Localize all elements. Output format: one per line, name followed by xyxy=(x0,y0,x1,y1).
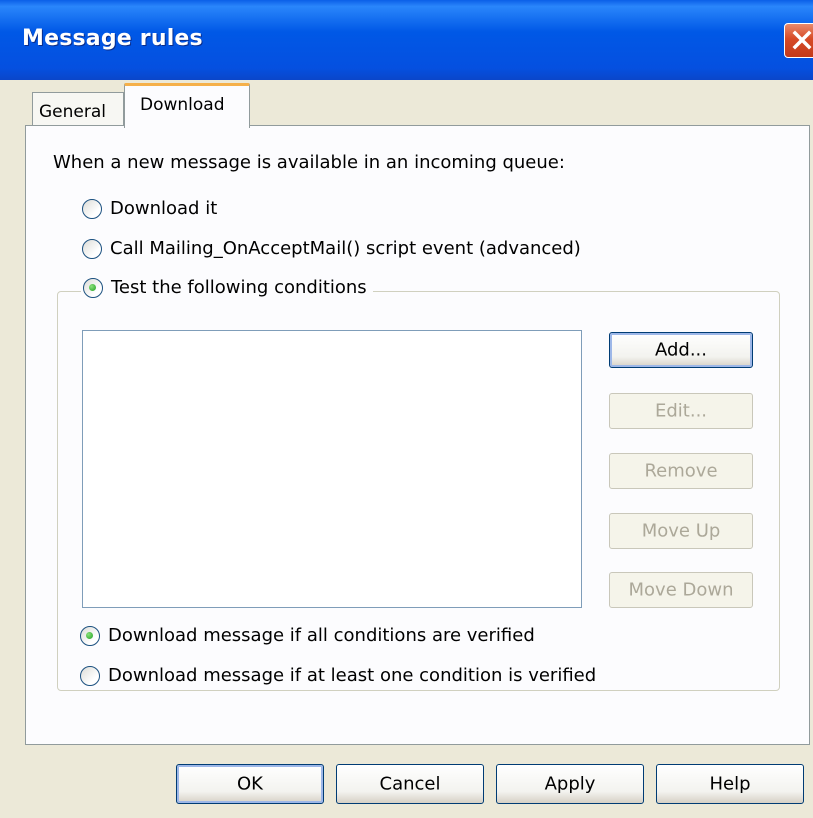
option-all-conditions[interactable]: Download message if all conditions are v… xyxy=(80,625,535,646)
close-icon xyxy=(792,30,812,50)
download-tab-panel: When a new message is available in an in… xyxy=(25,125,810,745)
option-all-conditions-label: Download message if all conditions are v… xyxy=(108,625,535,646)
remove-button[interactable]: Remove xyxy=(609,453,753,489)
remove-button-label: Remove xyxy=(644,460,718,482)
move-down-button[interactable]: Move Down xyxy=(609,572,753,608)
message-rules-dialog: Message rules General Download When a ne… xyxy=(0,0,813,818)
move-up-button-label: Move Up xyxy=(641,520,721,542)
ok-button[interactable]: OK xyxy=(176,764,324,804)
option-call-script[interactable]: Call Mailing_OnAcceptMail() script event… xyxy=(82,238,581,259)
close-button[interactable] xyxy=(784,23,813,58)
radio-all-conditions[interactable] xyxy=(80,625,100,646)
option-test-conditions-label: Test the following conditions xyxy=(111,277,367,298)
radio-call-script[interactable] xyxy=(82,238,102,259)
option-call-script-label: Call Mailing_OnAcceptMail() script event… xyxy=(110,238,581,259)
edit-button[interactable]: Edit... xyxy=(609,393,753,429)
tab-general[interactable]: General xyxy=(32,92,124,127)
option-download-it[interactable]: Download it xyxy=(82,198,217,219)
title-bar[interactable]: Message rules xyxy=(0,0,813,80)
apply-button[interactable]: Apply xyxy=(496,764,644,804)
cancel-button-label: Cancel xyxy=(379,773,441,795)
add-button-label: Add... xyxy=(654,339,707,361)
option-test-conditions[interactable]: Test the following conditions xyxy=(81,277,373,298)
tab-download[interactable]: Download xyxy=(124,83,250,128)
move-down-button-label: Move Down xyxy=(628,579,734,601)
window-title: Message rules xyxy=(22,26,203,51)
apply-button-label: Apply xyxy=(544,773,596,795)
option-download-it-label: Download it xyxy=(110,198,218,219)
ok-button-label: OK xyxy=(237,773,263,795)
add-button[interactable]: Add... xyxy=(609,332,753,368)
edit-button-label: Edit... xyxy=(654,400,708,422)
help-button-label: Help xyxy=(709,773,751,795)
option-one-condition-label: Download message if at least one conditi… xyxy=(108,665,597,686)
tab-general-label: General xyxy=(39,102,106,122)
radio-download-it[interactable] xyxy=(82,198,102,219)
help-button[interactable]: Help xyxy=(656,764,804,804)
option-one-condition[interactable]: Download message if at least one conditi… xyxy=(80,665,596,686)
move-up-button[interactable]: Move Up xyxy=(609,513,753,549)
conditions-group: Test the following conditions Add... Edi… xyxy=(57,277,780,691)
radio-test-conditions[interactable] xyxy=(83,277,103,298)
intro-text: When a new message is available in an in… xyxy=(53,152,565,173)
cancel-button[interactable]: Cancel xyxy=(336,764,484,804)
tab-download-label: Download xyxy=(140,95,225,115)
radio-one-condition[interactable] xyxy=(80,665,100,686)
conditions-list[interactable] xyxy=(82,330,582,608)
